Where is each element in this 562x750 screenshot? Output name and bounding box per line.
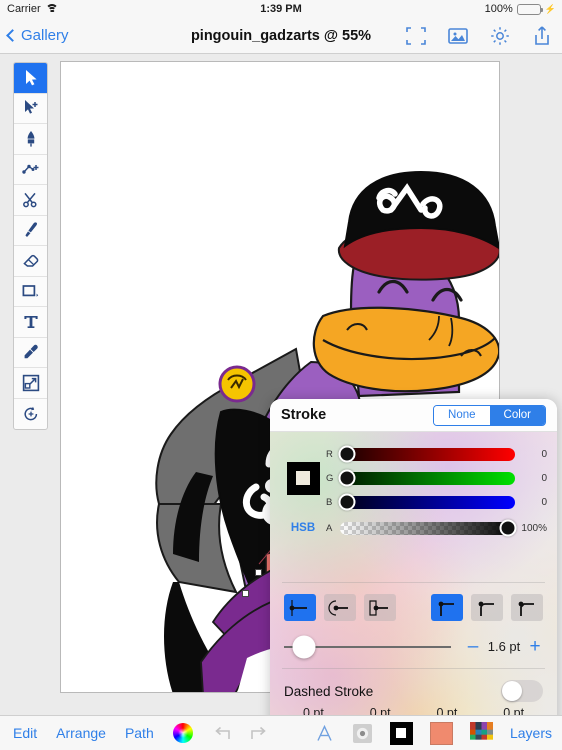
stroke-swatch-icon[interactable] [389,721,413,745]
arrange-menu[interactable]: Arrange [56,725,106,741]
stroke-width-value: 1.6 pt [487,639,521,654]
back-button-label: Gallery [21,27,69,44]
palette-swatch-icon[interactable] [469,721,493,745]
nav-bar: Gallery pingouin_gadzarts @ 55% [0,18,562,54]
slider-row-r: R 0 [326,442,547,466]
cap-join-row [270,594,557,621]
dashed-stroke-header: Dashed Stroke [270,680,557,702]
bottom-toolbar-left: Edit Arrange Path [0,723,269,743]
gear-icon[interactable] [488,24,512,48]
status-bar: Carrier 1:39 PM 100% ⚡ [0,0,562,18]
direct-selection-tool[interactable] [14,94,47,124]
join-bevel-button[interactable] [511,594,543,621]
hsb-mode-button[interactable]: HSB [280,522,326,534]
current-color-swatch-container [280,461,326,495]
effects-icon[interactable] [352,723,373,744]
stroke-width-slider[interactable] [284,635,451,658]
red-value: 0 [541,448,547,460]
stroke-panel-header: Stroke None Color [270,399,557,432]
divider [282,582,545,583]
selection-arrow-tool[interactable] [14,63,47,94]
battery-icon [516,3,543,15]
alpha-slider[interactable] [340,519,517,537]
cap-square-button[interactable] [364,594,396,621]
edit-menu[interactable]: Edit [13,725,37,741]
add-node-tool[interactable] [14,155,47,185]
stroke-width-row: – 1.6 pt + [270,635,557,658]
selection-handle[interactable] [242,590,249,597]
bottom-toolbar: Edit Arrange Path Layers [0,715,562,750]
redo-arrow-icon[interactable] [250,726,269,741]
text-style-icon[interactable] [314,723,335,744]
color-controls: R 0 G 0 B 0 HSB A 100% [270,442,557,540]
eyedropper-tool[interactable] [14,338,47,368]
path-menu[interactable]: Path [125,725,154,741]
text-tool[interactable] [14,307,47,338]
bottom-toolbar-right: Layers [314,721,552,745]
rgb-slider-group: R 0 G 0 B 0 [326,442,547,514]
cap-round-button[interactable] [324,594,356,621]
transform-tool[interactable] [14,368,47,399]
status-time: 1:39 PM [260,3,302,15]
lightning-bolt-icon: ⚡ [544,3,556,14]
back-to-gallery-button[interactable]: Gallery [0,27,69,44]
chevron-left-icon [6,29,19,42]
app-root: Carrier 1:39 PM 100% ⚡ Gallery pingouin_… [0,0,562,750]
dashed-stroke-label: Dashed Stroke [284,683,374,699]
stroke-width-increase-button[interactable]: + [527,637,543,656]
color-wheel-icon[interactable] [172,723,193,743]
slider-row-g: G 0 [326,466,547,490]
selection-handle[interactable] [255,569,262,576]
fit-to-screen-icon[interactable] [404,24,428,48]
current-color-swatch[interactable] [286,461,320,495]
dashed-stroke-toggle[interactable] [501,680,543,702]
status-bar-right: 100% ⚡ [485,3,556,15]
stroke-mode-color-button[interactable]: Color [489,405,545,425]
blue-slider[interactable] [338,493,515,511]
undo-arrow-icon[interactable] [212,726,231,741]
stroke-panel-title: Stroke [281,407,327,423]
blue-value: 0 [541,496,547,508]
stroke-panel-body: R 0 G 0 B 0 HSB A 100% – 1.6 pt + Dashed… [270,432,557,750]
nav-bar-icons [404,24,554,48]
line-join-group [431,594,543,621]
alpha-value: 100% [521,522,547,534]
fill-swatch-icon[interactable] [429,721,453,745]
stroke-width-decrease-button[interactable]: – [465,637,481,656]
stroke-mode-segmented-control: None Color [433,404,546,426]
shape-tool[interactable] [14,277,47,307]
stroke-panel: Stroke None Color R 0 G 0 B 0 HSB A 100%… [270,399,557,750]
green-slider[interactable] [338,469,515,487]
divider [282,668,545,669]
tool-palette [13,62,48,430]
slider-label-a: A [326,522,333,534]
color-controls-row: R 0 G 0 B 0 [280,442,547,514]
scissors-tool[interactable] [14,185,47,216]
stroke-mode-none-button[interactable]: None [434,405,490,425]
rotate-tool[interactable] [14,399,47,430]
green-value: 0 [541,472,547,484]
share-icon[interactable] [530,24,554,48]
work-area[interactable]: Stroke None Color R 0 G 0 B 0 HSB A 100%… [0,54,562,750]
image-icon[interactable] [446,24,470,48]
join-round-button[interactable] [471,594,503,621]
layers-button[interactable]: Layers [510,725,552,741]
line-cap-group [284,594,396,621]
pen-tool[interactable] [14,124,47,155]
join-miter-button[interactable] [431,594,463,621]
eraser-tool[interactable] [14,246,47,277]
slider-row-b: B 0 [326,490,547,514]
cap-butt-button[interactable] [284,594,316,621]
red-slider[interactable] [338,445,515,463]
alpha-row: HSB A 100% [280,516,547,540]
brush-tool[interactable] [14,216,47,246]
battery-percent-label: 100% [484,3,513,15]
